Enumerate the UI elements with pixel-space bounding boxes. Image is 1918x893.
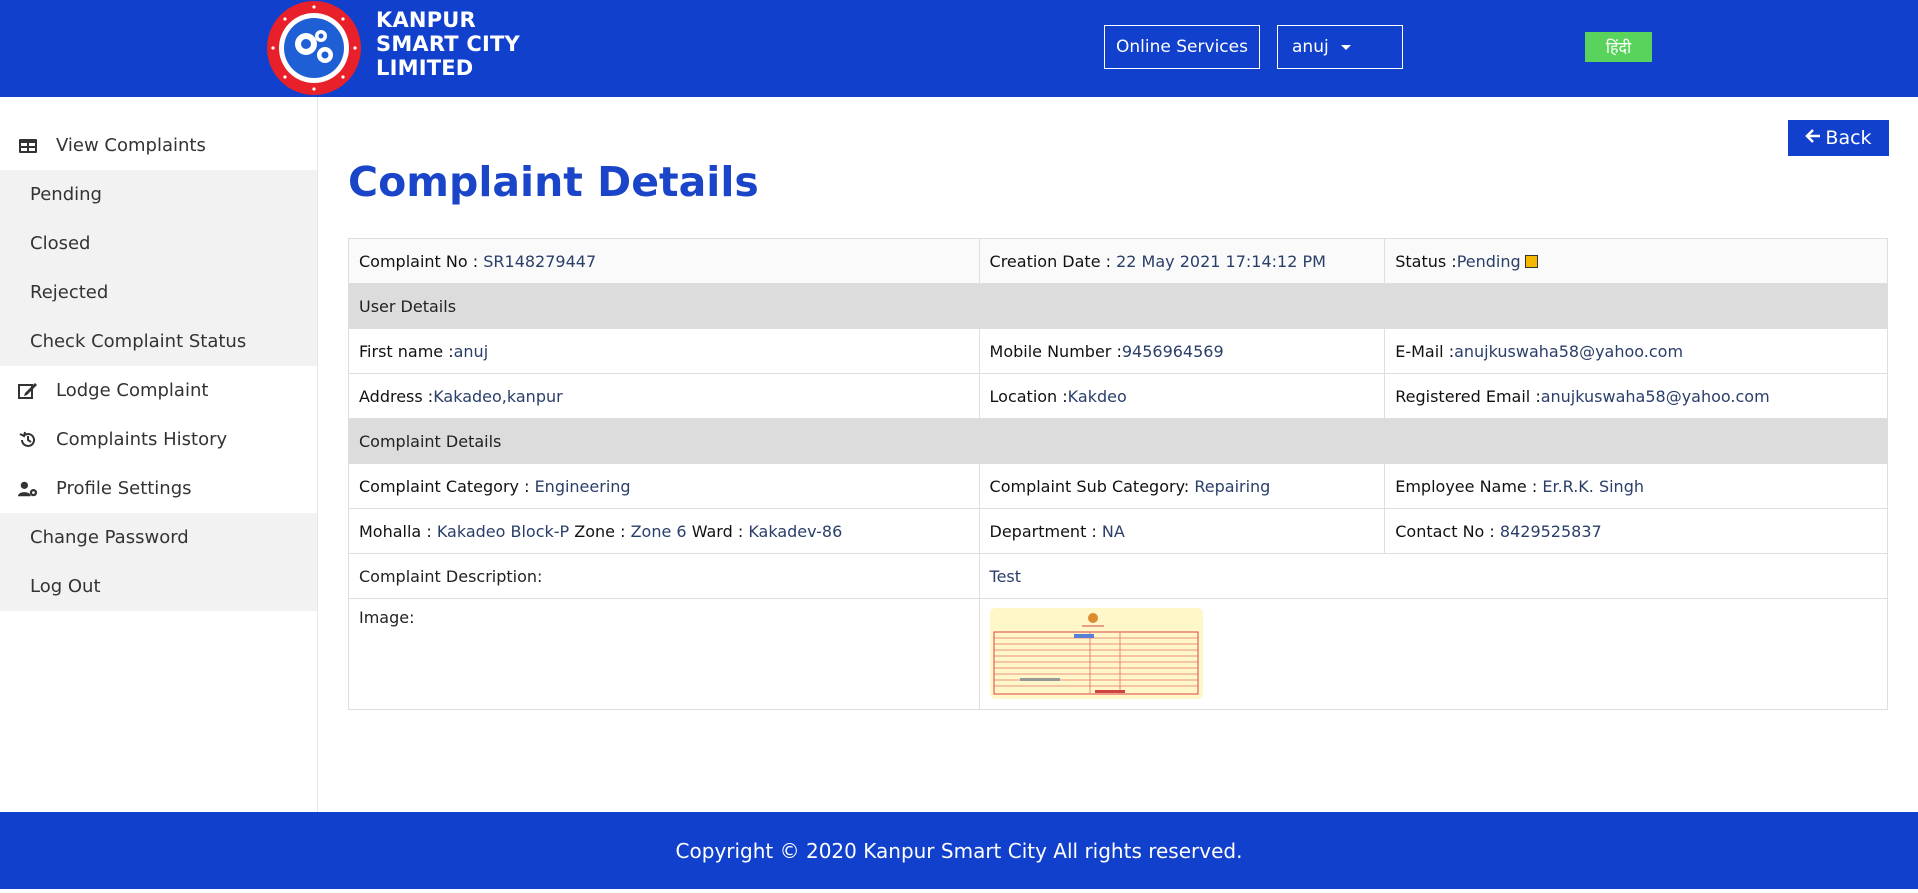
status-indicator-icon [1524, 254, 1538, 268]
footer: Copyright © 2020 Kanpur Smart City All r… [0, 812, 1918, 889]
user-details-section-header: User Details [348, 283, 1888, 329]
contact-no-value: 8429525837 [1499, 521, 1602, 541]
user-menu-dropdown[interactable]: anuj [1277, 25, 1403, 69]
mohalla-value: Kakadeo Block-P [436, 521, 570, 541]
image-cell [978, 598, 1889, 710]
sidebar-item-change-password[interactable]: Change Password [0, 513, 317, 562]
brand-name: KANPUR SMART CITY LIMITED [376, 8, 520, 80]
mohalla-zone-ward-cell: Mohalla : Kakadeo Block-P Zone : Zone 6 … [348, 508, 980, 554]
sidebar-item-label: Log Out [30, 576, 101, 597]
logo-emblem-icon [267, 1, 361, 95]
sidebar-item-pending[interactable]: Pending [0, 170, 317, 219]
sidebar-item-label: Profile Settings [56, 478, 192, 499]
complaint-details-section-header: Complaint Details [348, 418, 1888, 464]
creation-date-cell: Creation Date : 22 May 2021 17:14:12 PM [978, 238, 1386, 284]
top-navbar: KANPUR SMART CITY LIMITED Online Service… [0, 0, 1918, 97]
first-name-cell: First name :anuj [348, 328, 980, 374]
sidebar-item-view-complaints[interactable]: View Complaints [0, 121, 317, 170]
brand-line-2: SMART CITY [376, 32, 520, 56]
table-row: First name :anuj Mobile Number :94569645… [348, 328, 1888, 374]
contact-no-cell: Contact No : 8429525837 [1384, 508, 1888, 554]
copyright-text: Copyright © 2020 Kanpur Smart City All r… [675, 838, 1243, 863]
sidebar-item-label: Check Complaint Status [30, 331, 247, 352]
complaint-subcategory-value: Repairing [1194, 476, 1271, 496]
sidebar-item-label: View Complaints [56, 135, 206, 156]
table-row: Complaint No : SR148279447 Creation Date… [348, 238, 1888, 284]
table-row: Address :Kakadeo,kanpur Location :Kakdeo… [348, 373, 1888, 419]
department-cell: Department : NA [978, 508, 1386, 554]
table-row: Mohalla : Kakadeo Block-P Zone : Zone 6 … [348, 508, 1888, 554]
employee-name-cell: Employee Name : Er.R.K. Singh [1384, 463, 1888, 509]
table-row: Complaint Description: Test [348, 553, 1889, 599]
sidebar-item-lodge-complaint[interactable]: Lodge Complaint [0, 366, 317, 415]
arrow-left-icon [1805, 127, 1821, 149]
table-row: Complaint Details [348, 418, 1888, 464]
user-menu-label: anuj [1292, 37, 1329, 57]
employee-name-value: Er.R.K. Singh [1542, 476, 1644, 496]
address-cell: Address :Kakadeo,kanpur [348, 373, 980, 419]
complaint-category-value: Engineering [534, 476, 631, 496]
sidebar-item-profile-settings[interactable]: Profile Settings [0, 464, 317, 513]
mobile-number-value: 9456964569 [1121, 341, 1224, 361]
sidebar-item-label: Lodge Complaint [56, 380, 209, 401]
edit-icon [18, 381, 38, 401]
image-label: Image: [348, 598, 980, 710]
mobile-number-cell: Mobile Number :9456964569 [978, 328, 1386, 374]
department-value: NA [1101, 521, 1125, 541]
status-value: Pending [1456, 251, 1521, 271]
creation-date-value: 22 May 2021 17:14:12 PM [1116, 251, 1326, 271]
complaint-no-value: SR148279447 [483, 251, 597, 271]
sidebar-item-label: Rejected [30, 282, 109, 303]
table-row: Image: [348, 598, 1889, 710]
email-cell: E-Mail :anujkuswaha58@yahoo.com [1384, 328, 1888, 374]
kanpur-smart-city-logo[interactable] [263, 0, 365, 97]
history-icon [18, 430, 38, 450]
complaint-category-cell: Complaint Category : Engineering [348, 463, 980, 509]
document-image [989, 608, 1203, 699]
complaint-image-thumbnail[interactable] [989, 608, 1203, 699]
status-cell: Status :Pending [1384, 238, 1888, 284]
sidebar-item-closed[interactable]: Closed [0, 219, 317, 268]
table-row: User Details [348, 283, 1888, 329]
registered-email-value: anujkuswaha58@yahoo.com [1540, 386, 1770, 406]
sidebar-item-label: Complaints History [56, 429, 228, 450]
sidebar-item-label: Pending [30, 184, 102, 205]
user-cog-icon [18, 479, 38, 499]
complaint-description-value: Test [978, 553, 1889, 599]
back-button[interactable]: Back [1788, 120, 1889, 156]
complaint-details-table: Complaint No : SR148279447 Creation Date… [348, 238, 1889, 710]
registered-email-cell: Registered Email :anujkuswaha58@yahoo.co… [1384, 373, 1888, 419]
sidebar: View Complaints Pending Closed Rejected … [0, 97, 318, 812]
complaint-no-cell: Complaint No : SR148279447 [348, 238, 980, 284]
language-toggle-button[interactable]: हिंदी [1585, 32, 1652, 62]
first-name-value: anuj [453, 341, 489, 361]
location-value: Kakdeo [1067, 386, 1127, 406]
brand-line-3: LIMITED [376, 56, 474, 80]
page-title: Complaint Details [348, 158, 759, 206]
table-row: Complaint Category : Engineering Complai… [348, 463, 1888, 509]
ward-value: Kakadev-86 [748, 521, 843, 541]
complaint-description-label: Complaint Description: [348, 553, 980, 599]
zone-value: Zone 6 [630, 521, 687, 541]
sidebar-item-label: Change Password [30, 527, 189, 548]
sidebar-item-complaints-history[interactable]: Complaints History [0, 415, 317, 464]
sidebar-item-log-out[interactable]: Log Out [0, 562, 317, 611]
caret-down-icon [1340, 44, 1351, 50]
back-button-label: Back [1825, 127, 1872, 149]
location-cell: Location :Kakdeo [978, 373, 1386, 419]
sidebar-item-rejected[interactable]: Rejected [0, 268, 317, 317]
table-icon [18, 136, 38, 156]
brand-line-1: KANPUR [376, 8, 476, 32]
sidebar-item-check-complaint-status[interactable]: Check Complaint Status [0, 317, 317, 366]
sidebar-item-label: Closed [30, 233, 91, 254]
online-services-button[interactable]: Online Services [1104, 25, 1260, 69]
email-value: anujkuswaha58@yahoo.com [1454, 341, 1684, 361]
address-value: Kakadeo,kanpur [433, 386, 563, 406]
complaint-subcategory-cell: Complaint Sub Category: Repairing [978, 463, 1386, 509]
